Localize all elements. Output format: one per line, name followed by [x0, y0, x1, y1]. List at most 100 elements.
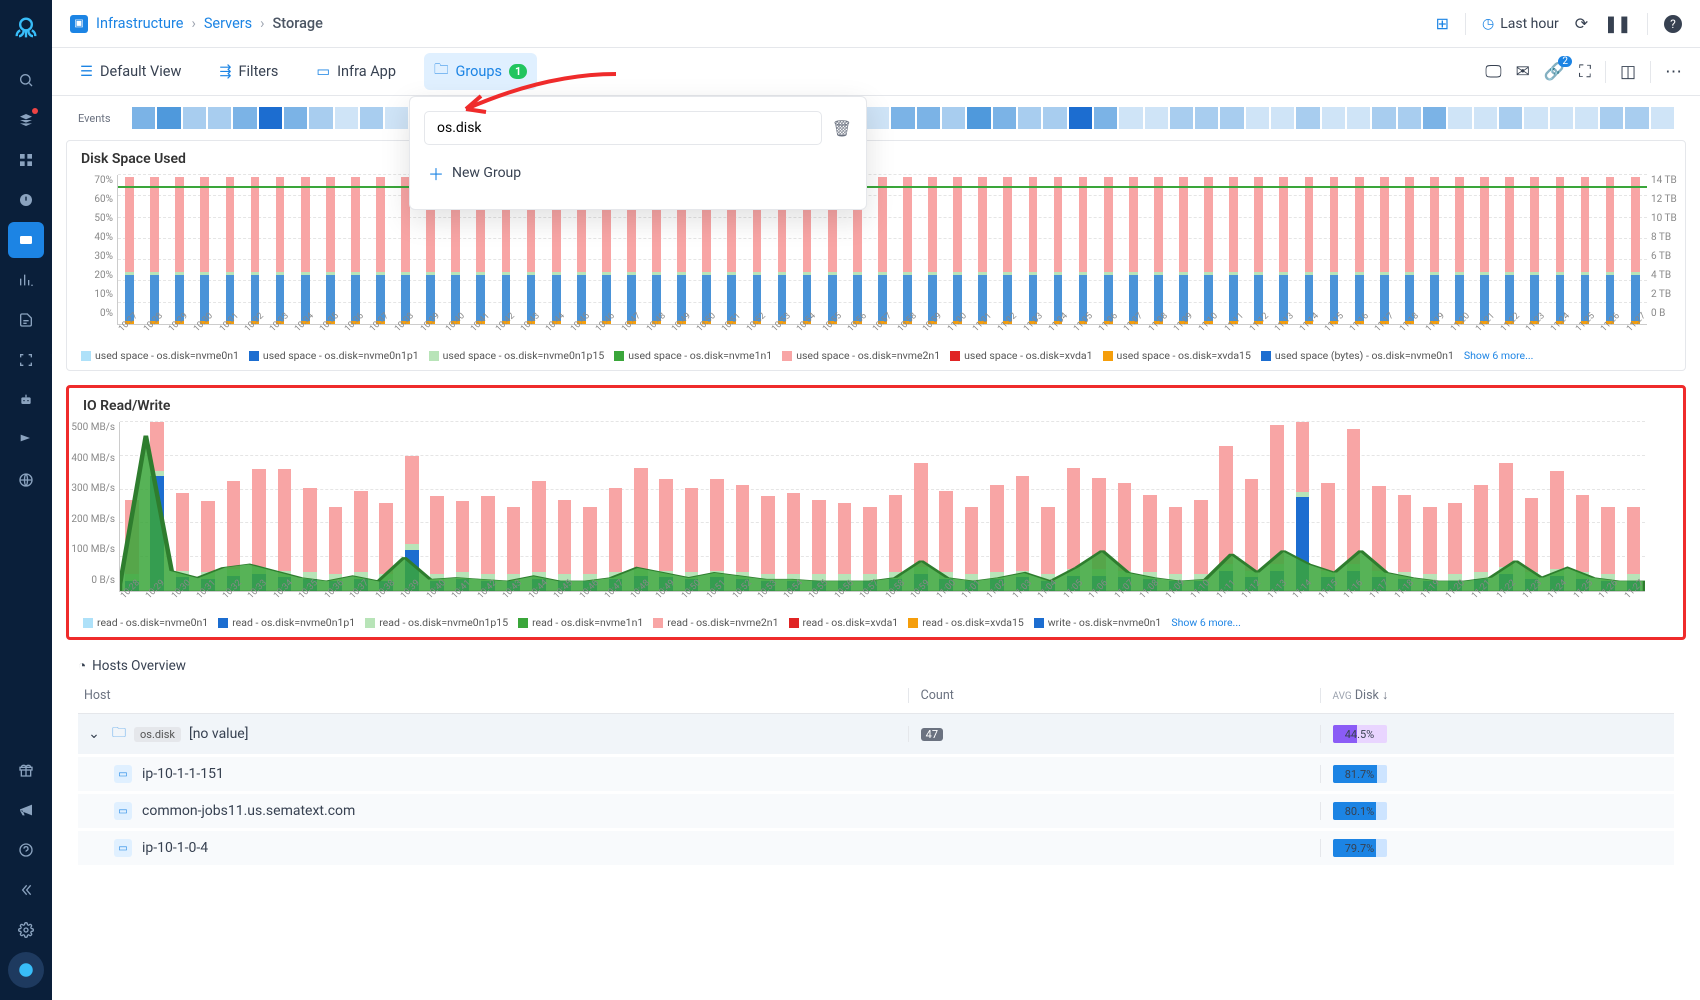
clock-icon: ◷ [1482, 16, 1494, 32]
folder-icon: 🗀 [112, 722, 126, 746]
disk-usage-bar: 81.7% [1333, 765, 1387, 783]
group-count-badge: 47 [921, 728, 943, 741]
col-header-host[interactable]: Host [84, 688, 908, 703]
nav-apps-icon[interactable] [8, 142, 44, 178]
show-more-link[interactable]: Show 6 more... [1171, 616, 1241, 629]
group-tag: os.disk [134, 727, 181, 742]
groups-label: Groups [455, 63, 502, 80]
host-row[interactable]: ▭ ip-10-1-1-151 81.7% [78, 757, 1674, 794]
panel-icon[interactable]: ◫ [1620, 62, 1636, 82]
nav-gift-icon[interactable] [8, 752, 44, 788]
sort-arrow-icon: ↓ [1382, 688, 1388, 703]
disk-space-chart-card: Disk Space Used 70%60%50%40%30%20%10%0% … [66, 140, 1686, 371]
io-plot[interactable] [119, 422, 1645, 592]
breadcrumb-icon: ▣ [70, 15, 88, 33]
layout-icon[interactable]: ⊞ [1436, 14, 1449, 33]
events-label: Events [78, 112, 122, 125]
laptop-icon[interactable]: 🖵 [1485, 62, 1501, 82]
main-content: ▣ Infrastructure › Servers › Storage ⊞ ◷… [52, 0, 1700, 1000]
help-icon[interactable]: ? [1664, 15, 1682, 33]
io-readwrite-chart-card: IO Read/Write 500 MB/s400 MB/s300 MB/s20… [66, 385, 1686, 640]
disk-space-legend: used space - os.disk=nvme0n1used space -… [67, 347, 1685, 370]
hosts-overview-header: ◔ Hosts Overview [64, 654, 1688, 678]
disk-space-plot[interactable] [117, 175, 1647, 325]
filters-tab[interactable]: ⇶ Filters [209, 57, 288, 86]
chart-title-io: IO Read/Write [69, 388, 1683, 414]
host-icon: ▭ [114, 839, 132, 857]
hosts-table: Host Count AVG Disk ↓ ⌄ 🗀 os.disk [no va… [64, 678, 1688, 868]
chevron-right-icon: › [191, 15, 195, 32]
host-row[interactable]: ▭ ip-10-1-0-4 79.7% [78, 831, 1674, 868]
nav-fullscreen-icon[interactable] [8, 342, 44, 378]
host-name: ip-10-1-1-151 [142, 766, 224, 782]
pause-icon[interactable]: ❚❚ [1604, 14, 1631, 33]
trash-icon[interactable]: 🗑 [832, 119, 852, 138]
app-logo[interactable] [12, 14, 40, 48]
topbar: ▣ Infrastructure › Servers › Storage ⊞ ◷… [52, 0, 1700, 48]
nav-flag-icon[interactable] [8, 422, 44, 458]
nav-help-icon[interactable] [8, 832, 44, 868]
events-segments[interactable] [132, 107, 1674, 129]
nav-org-icon[interactable] [8, 952, 44, 988]
filters-label: Filters [239, 63, 279, 80]
hosts-overview-title: Hosts Overview [92, 658, 186, 674]
search-icon[interactable] [8, 62, 44, 98]
breadcrumb-servers[interactable]: Servers [204, 15, 252, 32]
infra-app-tab[interactable]: ▭ Infra App [306, 57, 406, 86]
refresh-icon[interactable]: ⟳ [1575, 14, 1588, 33]
nav-bot-icon[interactable] [8, 382, 44, 418]
events-timeline: Events [64, 96, 1688, 140]
chevron-right-icon: › [260, 15, 264, 32]
group-label: [no value] [189, 726, 248, 742]
chevron-down-icon[interactable]: ⌄ [84, 726, 104, 742]
new-group-label: New Group [452, 165, 521, 181]
host-group-row[interactable]: ⌄ 🗀 os.disk [no value] 47 44.5% [78, 714, 1674, 757]
breadcrumb-infrastructure[interactable]: Infrastructure [96, 15, 183, 32]
chart-title-disk-space: Disk Space Used [67, 141, 1685, 167]
more-icon[interactable]: ⋯ [1665, 62, 1682, 82]
filter-icon: ⇶ [219, 63, 231, 80]
col-header-disk[interactable]: AVG Disk ↓ [1320, 688, 1668, 703]
list-icon: ☰ [80, 63, 93, 80]
default-view-tab[interactable]: ☰ Default View [70, 57, 191, 86]
default-view-label: Default View [100, 63, 181, 80]
host-row[interactable]: ▭ common-jobs11.us.sematext.com 80.1% [78, 794, 1674, 831]
groups-tab[interactable]: 🗀 Groups 1 [424, 53, 537, 90]
mail-icon[interactable]: ✉ [1516, 62, 1530, 82]
nav-dashboards-icon[interactable] [8, 262, 44, 298]
left-sidebar [0, 0, 52, 1000]
col-header-count[interactable]: Count [908, 688, 1320, 703]
gauge-icon: ◔ [78, 658, 86, 674]
window-icon: ▭ [316, 63, 330, 80]
breadcrumb: ▣ Infrastructure › Servers › Storage [70, 15, 323, 33]
new-group-button[interactable]: ＋ New Group [424, 151, 852, 195]
nav-announce-icon[interactable] [8, 792, 44, 828]
group-tag-input[interactable] [424, 111, 822, 145]
nav-globe-icon[interactable] [8, 462, 44, 498]
view-controls-row: ☰ Default View ⇶ Filters ▭ Infra App 🗀 G… [52, 48, 1700, 96]
link-count-badge: 2 [1558, 56, 1572, 67]
host-icon: ▭ [114, 802, 132, 820]
plus-icon: ＋ [428, 161, 444, 185]
nav-collapse-icon[interactable] [8, 872, 44, 908]
link-icon[interactable]: 🔗2 [1544, 62, 1565, 82]
show-more-link[interactable]: Show 6 more... [1464, 349, 1534, 362]
infra-app-label: Infra App [337, 63, 396, 80]
nav-integrations-icon[interactable] [8, 102, 44, 138]
disk-usage-bar: 44.5% [1333, 725, 1387, 743]
expand-icon[interactable]: ⛶ [1579, 62, 1591, 82]
breadcrumb-current: Storage [273, 15, 323, 32]
host-name: ip-10-1-0-4 [142, 840, 208, 856]
nav-settings-icon[interactable] [8, 912, 44, 948]
disk-usage-bar: 79.7% [1333, 839, 1387, 857]
nav-infra-icon[interactable] [8, 222, 44, 258]
nav-logs-icon[interactable] [8, 302, 44, 338]
time-range-label: Last hour [1500, 16, 1559, 32]
io-legend: read - os.disk=nvme0n1read - os.disk=nvm… [69, 614, 1683, 637]
folder-icon: 🗀 [434, 59, 449, 84]
nav-alerts-icon[interactable] [8, 182, 44, 218]
host-icon: ▭ [114, 765, 132, 783]
time-range-button[interactable]: ◷ Last hour [1482, 16, 1559, 32]
disk-usage-bar: 80.1% [1333, 802, 1387, 820]
groups-count-badge: 1 [509, 64, 527, 79]
